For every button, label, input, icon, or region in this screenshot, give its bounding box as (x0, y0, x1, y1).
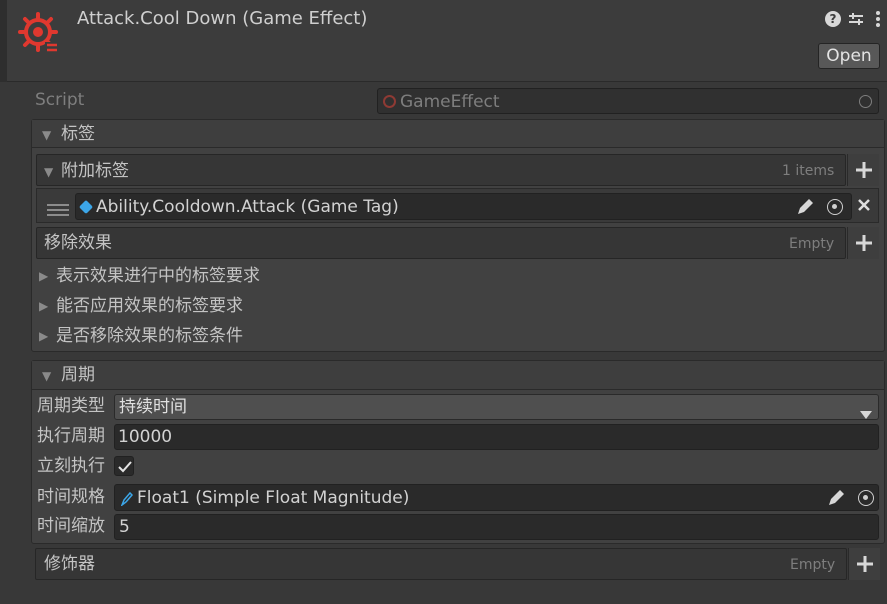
add-remove-effect-button[interactable] (847, 227, 879, 259)
period-section-title: 周期 (61, 365, 95, 385)
foldout-closed-icon: ▶ (39, 269, 49, 283)
foldout-closed-icon: ▶ (39, 329, 49, 343)
foldout-apply-tag-requirements[interactable]: ▶ 能否应用效果的标签要求 (37, 296, 737, 318)
additional-tags-count: 1 items (782, 163, 835, 179)
additional-tags-header[interactable]: ▼ 附加标签 1 items (36, 154, 846, 186)
exec-period-input[interactable]: 10000 (114, 424, 879, 450)
foldout-label: 是否移除效果的标签条件 (56, 326, 243, 346)
exec-period-label: 执行周期 (37, 426, 105, 446)
time-scale-input[interactable]: 5 (114, 514, 879, 540)
object-picker-icon[interactable] (827, 199, 843, 215)
plus-icon (857, 556, 873, 572)
modifiers-title: 修饰器 (44, 554, 95, 574)
foldout-open-icon: ▼ (42, 128, 52, 142)
pencil-icon[interactable] (827, 489, 845, 507)
script-icon (383, 95, 396, 108)
sliders-icon[interactable] (848, 11, 864, 27)
time-spec-value: Float1 (Simple Float Magnitude) (137, 488, 410, 508)
tag-icon (78, 199, 94, 215)
open-button[interactable]: Open (818, 43, 880, 69)
inspector-title: Attack.Cool Down (Game Effect) (77, 8, 368, 29)
foldout-closed-icon: ▶ (39, 299, 49, 313)
remove-effects-header[interactable]: 移除效果 Empty (36, 227, 846, 259)
tag-object-field[interactable]: Ability.Cooldown.Attack (Game Tag) (75, 193, 852, 220)
remove-effects-title: 移除效果 (44, 233, 112, 253)
exec-period-value: 10000 (118, 427, 173, 447)
period-type-label: 周期类型 (37, 396, 105, 416)
chevron-down-icon (860, 404, 872, 423)
foldout-removal-tag-conditions[interactable]: ▶ 是否移除效果的标签条件 (37, 326, 737, 348)
game-effect-logo-icon (18, 12, 62, 56)
kebab-icon[interactable] (875, 10, 881, 28)
time-spec-label: 时间规格 (37, 487, 105, 507)
time-scale-label: 时间缩放 (37, 516, 105, 536)
time-spec-object-field[interactable]: Float1 (Simple Float Magnitude) (114, 484, 879, 511)
period-section-header[interactable]: ▼ 周期 (32, 361, 884, 390)
remove-item-icon[interactable] (857, 197, 871, 213)
pencil-icon[interactable] (796, 198, 814, 216)
list-item: Ability.Cooldown.Attack (Game Tag) (36, 188, 879, 223)
checkmark-icon (118, 461, 132, 473)
add-tag-button[interactable] (847, 154, 879, 186)
remove-effects-empty: Empty (789, 236, 835, 252)
header-divider (0, 81, 887, 82)
foldout-label: 表示效果进行中的标签要求 (56, 266, 260, 286)
tags-section-header[interactable]: ▼ 标签 (32, 120, 884, 148)
time-scale-value: 5 (119, 517, 130, 537)
object-picker-icon (859, 95, 872, 108)
modifiers-header[interactable]: 修饰器 Empty (35, 548, 847, 580)
modifiers-empty: Empty (790, 557, 836, 573)
object-picker-icon[interactable] (858, 490, 874, 506)
script-field: GameEffect (377, 88, 879, 114)
magnitude-icon (120, 491, 134, 508)
plus-icon (856, 162, 872, 178)
exec-immediately-checkbox[interactable] (114, 456, 134, 476)
left-gutter (0, 0, 7, 82)
additional-tags-title: 附加标签 (61, 161, 129, 181)
period-type-value: 持续时间 (119, 397, 187, 417)
tags-section-title: 标签 (61, 124, 95, 144)
tag-value: Ability.Cooldown.Attack (Game Tag) (96, 197, 399, 217)
question-icon[interactable]: ? (825, 11, 841, 27)
script-value: GameEffect (400, 92, 500, 112)
exec-immediately-label: 立刻执行 (37, 456, 105, 476)
plus-icon (856, 235, 872, 251)
period-type-dropdown[interactable]: 持续时间 (114, 394, 879, 420)
foldout-label: 能否应用效果的标签要求 (56, 296, 243, 316)
foldout-ongoing-tag-requirements[interactable]: ▶ 表示效果进行中的标签要求 (37, 266, 737, 288)
drag-handle-icon[interactable] (47, 201, 69, 216)
foldout-open-icon: ▼ (44, 165, 54, 179)
add-modifier-button[interactable] (848, 548, 880, 580)
script-label: Script (35, 90, 85, 110)
foldout-open-icon: ▼ (42, 369, 52, 383)
